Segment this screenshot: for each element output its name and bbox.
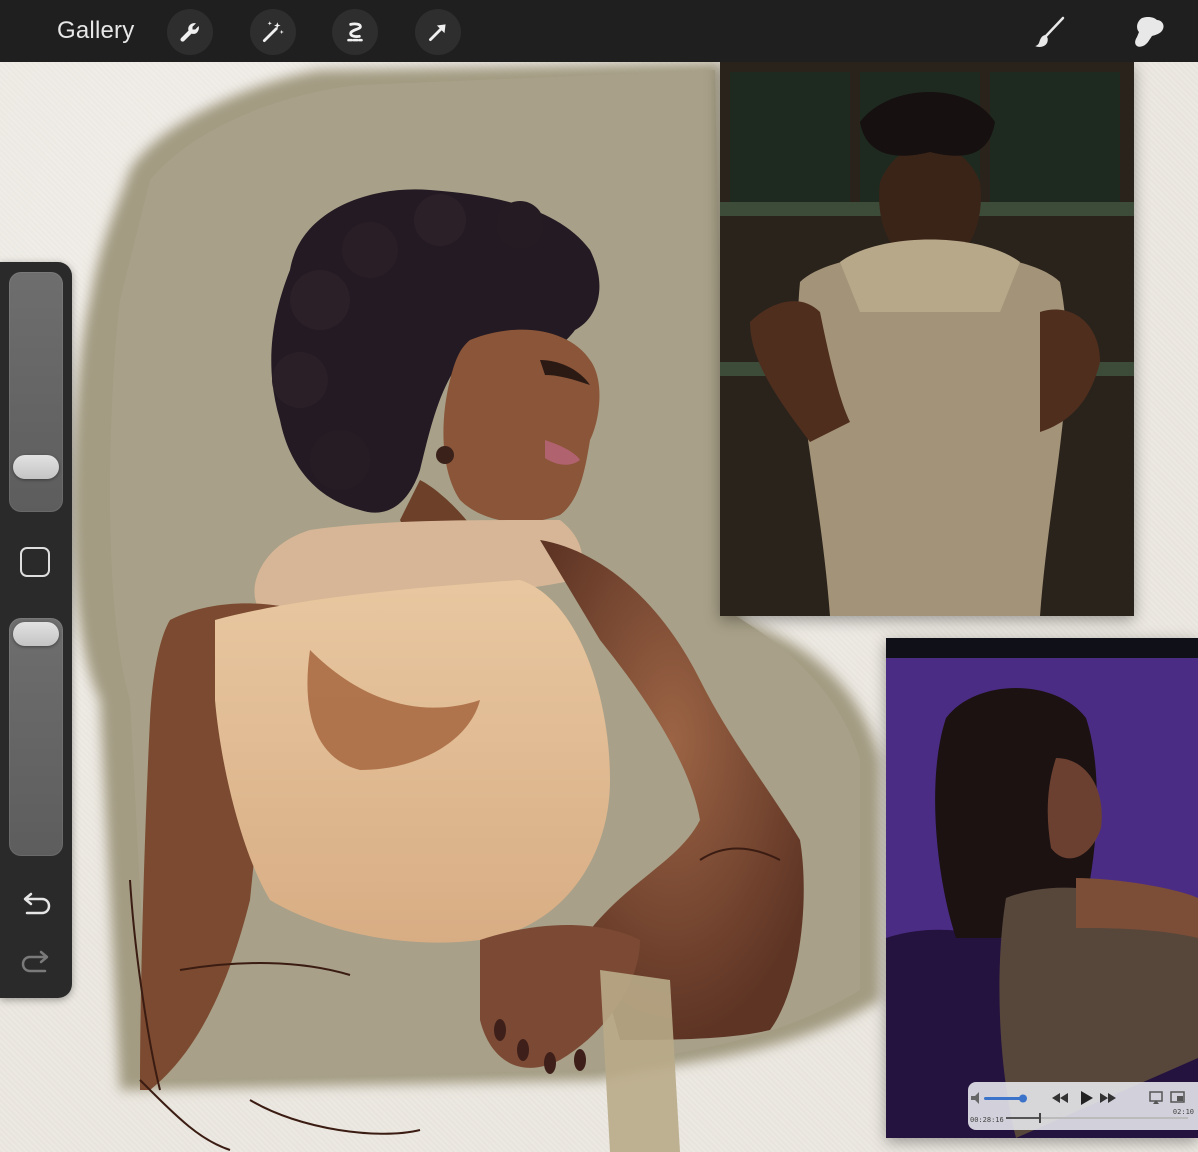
time-total: 02:10: [1172, 1108, 1194, 1116]
left-sidebar: [0, 262, 72, 998]
brush-size-thumb[interactable]: [13, 455, 59, 479]
brush-size-slider[interactable]: [9, 272, 63, 512]
brush-icon: [1035, 16, 1065, 47]
selection-button[interactable]: [332, 9, 378, 55]
pip-icon: [1170, 1091, 1185, 1103]
reference-video[interactable]: [886, 638, 1198, 1138]
smudge-button[interactable]: [1126, 10, 1170, 54]
video-controls: 00:28:16 02:10: [968, 1082, 1198, 1130]
reference-photo-1[interactable]: [720, 62, 1134, 616]
face: [443, 329, 600, 523]
fast-forward-icon: [1100, 1093, 1116, 1103]
volume-icon: [971, 1092, 979, 1104]
time-elapsed: 00:28:16: [970, 1116, 1004, 1124]
reference-video-frame: [886, 638, 1198, 1138]
top-toolbar: Gallery: [0, 0, 1198, 62]
play-icon: [1081, 1091, 1093, 1105]
paint-button[interactable]: [1028, 10, 1072, 54]
arrow-cursor-icon: [429, 24, 446, 41]
magic-wand-icon: [262, 21, 284, 43]
redo-icon[interactable]: [18, 947, 54, 977]
adjustments-button[interactable]: [250, 9, 296, 55]
square-modify-icon[interactable]: [20, 547, 50, 577]
opacity-slider[interactable]: [9, 618, 63, 856]
volume-slider: [984, 1097, 1024, 1100]
rewind-icon: [1052, 1093, 1068, 1103]
selection-icon: [347, 22, 363, 42]
undo-icon[interactable]: [18, 889, 54, 919]
transform-button[interactable]: [415, 9, 461, 55]
gallery-button[interactable]: Gallery: [57, 17, 134, 45]
smudge-icon: [1135, 16, 1164, 47]
progress-fill: [1006, 1117, 1040, 1119]
actions-button[interactable]: [167, 9, 213, 55]
airplay-icon: [1149, 1091, 1163, 1104]
reference-photo-1-image: [720, 62, 1134, 616]
opacity-thumb[interactable]: [13, 622, 59, 646]
wrench-icon: [180, 23, 199, 42]
drawing-canvas[interactable]: [0, 62, 1198, 1152]
